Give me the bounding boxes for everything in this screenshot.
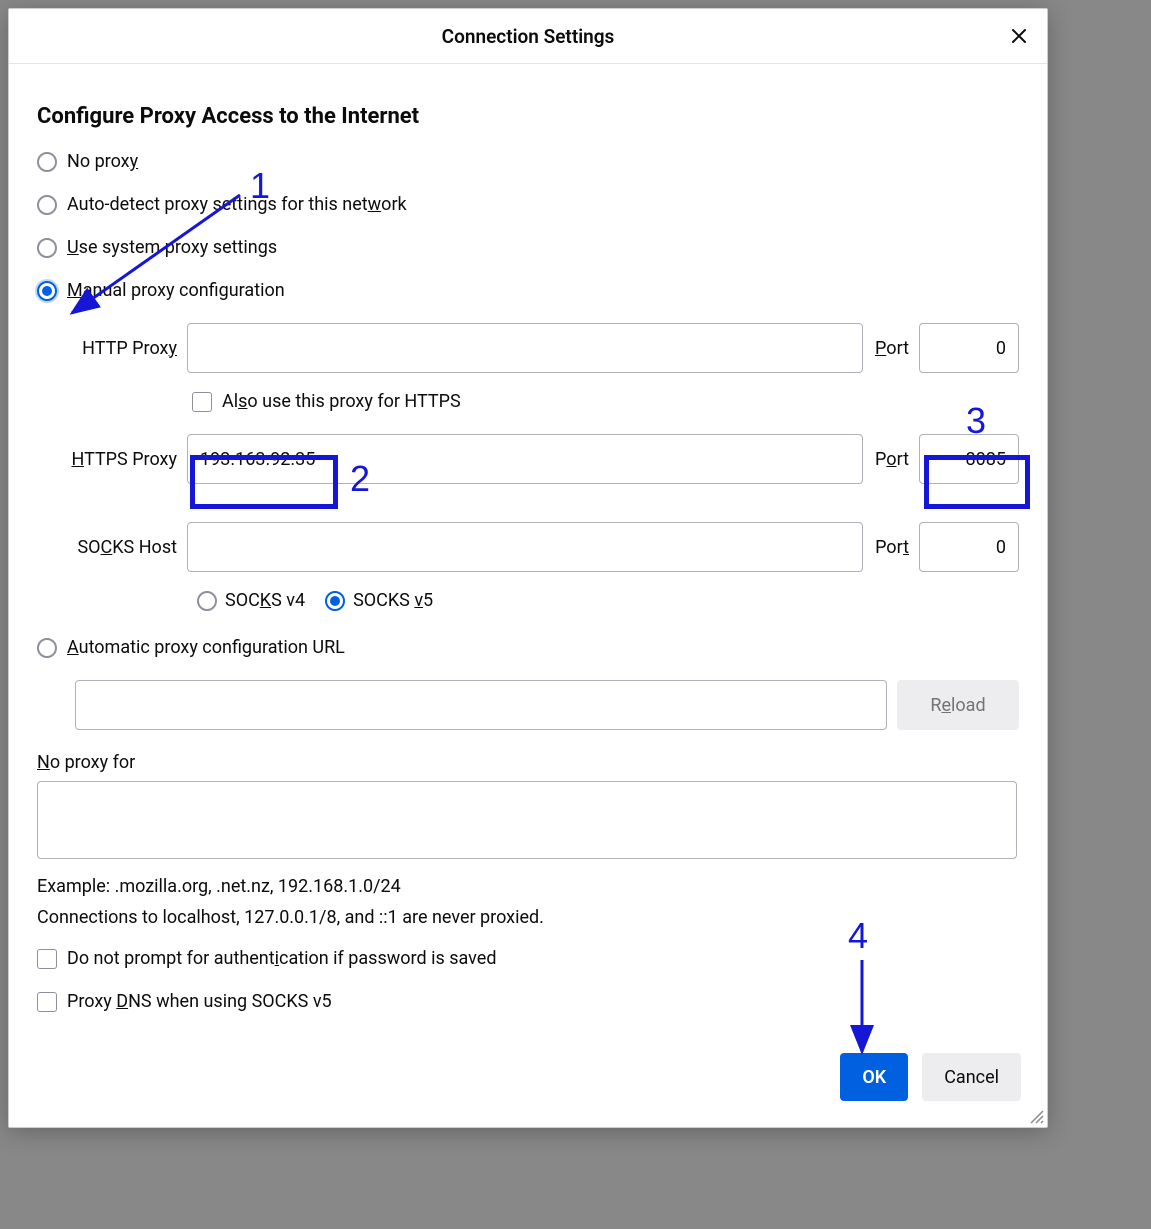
socks-host-input[interactable] bbox=[187, 522, 863, 572]
localhost-note: Connections to localhost, 127.0.0.1/8, a… bbox=[37, 907, 1019, 928]
https-proxy-row: HTTPS Proxy Port bbox=[37, 434, 1019, 484]
http-port-input[interactable] bbox=[919, 323, 1019, 373]
socks-version-group: SOCKS v4 SOCKS v5 bbox=[37, 590, 1019, 611]
no-proxy-for-label: No proxy for bbox=[37, 752, 1019, 773]
also-https-label: Also use this proxy for HTTPS bbox=[222, 391, 461, 412]
radio-label: Manual proxy configuration bbox=[67, 280, 285, 301]
radio-label: Auto-detect proxy settings for this netw… bbox=[67, 194, 407, 215]
pac-url-row: Reload bbox=[75, 680, 1019, 730]
no-proxy-example: Example: .mozilla.org, .net.nz, 192.168.… bbox=[37, 876, 1019, 897]
radio-socks-v4[interactable]: SOCKS v4 bbox=[197, 590, 305, 611]
ok-button[interactable]: OK bbox=[840, 1053, 908, 1101]
also-https-row[interactable]: Also use this proxy for HTTPS bbox=[37, 391, 1019, 412]
radio-label: No proxy bbox=[67, 151, 138, 172]
checkbox-icon bbox=[37, 949, 57, 969]
pac-url-input[interactable] bbox=[75, 680, 887, 730]
https-port-label: Port bbox=[863, 449, 919, 470]
close-icon[interactable] bbox=[1005, 22, 1033, 50]
radio-icon bbox=[197, 591, 217, 611]
dialog-title: Connection Settings bbox=[442, 25, 615, 48]
radio-system-proxy[interactable]: Use system proxy settings bbox=[37, 237, 1019, 258]
https-port-input[interactable] bbox=[919, 434, 1019, 484]
socks-host-row: SOCKS Host Port bbox=[37, 522, 1019, 572]
reload-button[interactable]: Reload bbox=[897, 680, 1019, 730]
radio-icon bbox=[37, 195, 57, 215]
radio-label: Use system proxy settings bbox=[67, 237, 277, 258]
radio-icon bbox=[325, 591, 345, 611]
section-heading: Configure Proxy Access to the Internet bbox=[37, 104, 1019, 129]
dialog-content: Configure Proxy Access to the Internet N… bbox=[9, 64, 1047, 1035]
radio-no-proxy[interactable]: No proxy bbox=[37, 151, 1019, 172]
cancel-button[interactable]: Cancel bbox=[922, 1053, 1021, 1101]
radio-icon bbox=[37, 152, 57, 172]
http-proxy-row: HTTP Proxy Port bbox=[37, 323, 1019, 373]
https-proxy-input[interactable] bbox=[187, 434, 863, 484]
radio-manual-proxy[interactable]: Manual proxy configuration bbox=[37, 280, 1019, 301]
no-proxy-for-input[interactable] bbox=[37, 781, 1017, 859]
checkbox-icon bbox=[192, 392, 212, 412]
dialog-titlebar: Connection Settings bbox=[9, 9, 1047, 64]
connection-settings-dialog: Connection Settings Configure Proxy Acce… bbox=[8, 8, 1048, 1128]
socks-v4-label: SOCKS v4 bbox=[225, 590, 305, 611]
http-proxy-label: HTTP Proxy bbox=[37, 338, 187, 359]
dialog-footer: OK Cancel bbox=[9, 1035, 1047, 1127]
socks-host-label: SOCKS Host bbox=[37, 537, 187, 558]
radio-auto-config-url[interactable]: Automatic proxy configuration URL bbox=[37, 637, 1019, 658]
socks-v5-label: SOCKS v5 bbox=[353, 590, 433, 611]
no-auth-prompt-row[interactable]: Do not prompt for authentication if pass… bbox=[37, 948, 1019, 969]
radio-auto-detect[interactable]: Auto-detect proxy settings for this netw… bbox=[37, 194, 1019, 215]
no-auth-prompt-label: Do not prompt for authentication if pass… bbox=[67, 948, 496, 969]
radio-label: Automatic proxy configuration URL bbox=[67, 637, 345, 658]
proxy-dns-row[interactable]: Proxy DNS when using SOCKS v5 bbox=[37, 991, 1019, 1012]
http-port-label: Port bbox=[863, 338, 919, 359]
radio-icon bbox=[37, 238, 57, 258]
https-proxy-label: HTTPS Proxy bbox=[37, 449, 187, 470]
proxy-dns-label: Proxy DNS when using SOCKS v5 bbox=[67, 991, 332, 1012]
radio-socks-v5[interactable]: SOCKS v5 bbox=[325, 590, 433, 611]
socks-port-label: Port bbox=[863, 537, 919, 558]
resize-grip-icon[interactable] bbox=[1029, 1109, 1045, 1125]
http-proxy-input[interactable] bbox=[187, 323, 863, 373]
socks-port-input[interactable] bbox=[919, 522, 1019, 572]
radio-icon bbox=[37, 281, 57, 301]
radio-icon bbox=[37, 638, 57, 658]
checkbox-icon bbox=[37, 992, 57, 1012]
